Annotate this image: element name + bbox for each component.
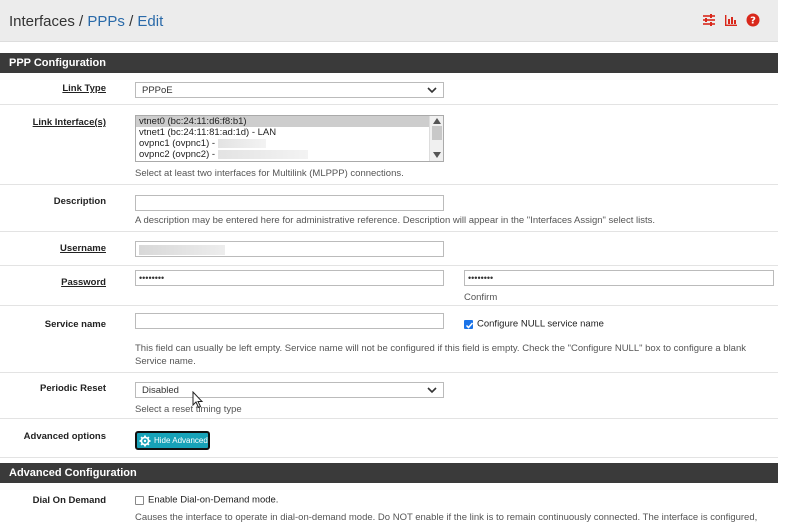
service-name-help-line2: Service name. — [135, 356, 196, 367]
link-interfaces-listbox[interactable]: vtnet0 (bc:24:11:d6:f8:b1) vtnet1 (bc:24… — [135, 115, 444, 162]
check-icon — [465, 322, 474, 329]
sliders-icon[interactable] — [702, 13, 716, 27]
breadcrumb: Interfaces / PPPs / Edit — [9, 13, 163, 30]
help-icon[interactable]: ? — [746, 13, 760, 27]
dial-on-demand-option[interactable]: Enable Dial-on-Demand mode. — [135, 494, 278, 506]
periodic-reset-value: Disabled — [142, 385, 179, 396]
link-type-value: PPPoE — [142, 85, 173, 96]
list-item[interactable]: vtnet0 (bc:24:11:d6:f8:b1) — [136, 116, 443, 127]
scrollbar-thumb[interactable] — [432, 126, 442, 140]
periodic-reset-select[interactable]: Disabled — [135, 382, 444, 398]
password-row: Password •••••••• •••••••• Confirm — [0, 266, 778, 306]
periodic-reset-help: Select a reset timing type — [135, 404, 242, 415]
list-item-label: ovpnc2 (ovpnc2) - — [139, 149, 216, 160]
password-input[interactable]: •••••••• — [135, 270, 444, 286]
chevron-down-icon — [427, 87, 437, 94]
list-item[interactable]: ovpnc1 (ovpnc1) - — [136, 138, 443, 149]
configure-null-checkbox[interactable] — [464, 319, 474, 329]
mouse-cursor-icon — [192, 391, 204, 409]
configure-null-label: Configure NULL service name — [477, 318, 604, 330]
redacted-text — [217, 138, 266, 148]
link-type-label: Link Type — [62, 83, 106, 94]
advanced-options-label: Advanced options — [23, 431, 106, 442]
password-label: Password — [61, 277, 106, 288]
dial-on-demand-label: Dial On Demand — [32, 495, 106, 506]
listbox-scrollbar[interactable] — [429, 116, 443, 161]
list-item[interactable]: ovpnc2 (ovpnc2) - — [136, 149, 443, 160]
scroll-up-icon[interactable] — [433, 118, 441, 124]
periodic-reset-label: Periodic Reset — [40, 383, 106, 394]
breadcrumb-separator: / — [79, 13, 84, 30]
bar-chart-icon[interactable] — [724, 13, 738, 27]
dial-on-demand-row: Dial On Demand Enable Dial-on-Demand mod… — [0, 483, 778, 524]
description-input[interactable] — [135, 195, 444, 211]
link-type-row: Link Type PPPoE — [0, 73, 778, 105]
list-item-label: ovpnc1 (ovpnc1) - — [139, 138, 216, 149]
breadcrumb-ppps[interactable]: PPPs — [87, 13, 125, 30]
description-help: A description may be entered here for ad… — [135, 215, 655, 226]
dial-on-demand-help: Causes the interface to operate in dial-… — [135, 512, 758, 523]
password-confirm-label: Confirm — [464, 292, 498, 303]
breadcrumb-interfaces[interactable]: Interfaces — [9, 13, 75, 30]
service-name-help-line1: This field can usually be left empty. Se… — [135, 343, 747, 354]
redacted-text — [217, 149, 308, 159]
breadcrumb-separator: / — [129, 13, 134, 30]
scroll-down-icon[interactable] — [433, 152, 441, 158]
description-row: Description A description may be entered… — [0, 185, 778, 232]
username-row: Username — [0, 232, 778, 266]
page: Interfaces / PPPs / Edit ? PPP Configura… — [0, 0, 786, 524]
description-label: Description — [53, 196, 106, 207]
service-name-input[interactable] — [135, 313, 444, 329]
link-interfaces-row: Link Interface(s) vtnet0 (bc:24:11:d6:f8… — [0, 105, 778, 185]
password-confirm-input[interactable]: •••••••• — [464, 270, 774, 286]
configure-null-option[interactable]: Configure NULL service name — [464, 318, 604, 330]
list-item[interactable]: vtnet1 (bc:24:11:81:ad:1d) - LAN — [136, 127, 443, 138]
link-interfaces-help: Select at least two interfaces for Multi… — [135, 168, 404, 179]
service-name-row: Service name Configure NULL service name… — [0, 306, 778, 373]
gear-icon — [139, 435, 151, 446]
service-name-label: Service name — [44, 319, 106, 330]
advanced-options-row: Advanced options — [0, 419, 778, 458]
link-type-select[interactable]: PPPoE — [135, 82, 444, 98]
top-icons: ? — [702, 13, 760, 27]
dial-on-demand-checkbox-label: Enable Dial-on-Demand mode. — [148, 494, 279, 506]
redacted-text — [139, 244, 225, 255]
advanced-config-heading: Advanced Configuration — [0, 463, 778, 483]
svg-text:?: ? — [750, 16, 756, 27]
breadcrumb-edit[interactable]: Edit — [137, 13, 163, 30]
username-label: Username — [60, 243, 106, 254]
link-interfaces-label: Link Interface(s) — [32, 117, 106, 128]
dial-on-demand-checkbox[interactable] — [135, 495, 144, 505]
hide-advanced-button[interactable]: Hide Advanced — [135, 431, 210, 450]
hide-advanced-label: Hide Advanced — [154, 436, 208, 445]
ppp-config-heading: PPP Configuration — [0, 53, 778, 73]
breadcrumb-bar: Interfaces / PPPs / Edit ? — [0, 0, 778, 42]
periodic-reset-row: Periodic Reset Disabled Select a reset t… — [0, 373, 778, 419]
username-input[interactable] — [135, 241, 444, 257]
chevron-down-icon — [427, 387, 437, 394]
